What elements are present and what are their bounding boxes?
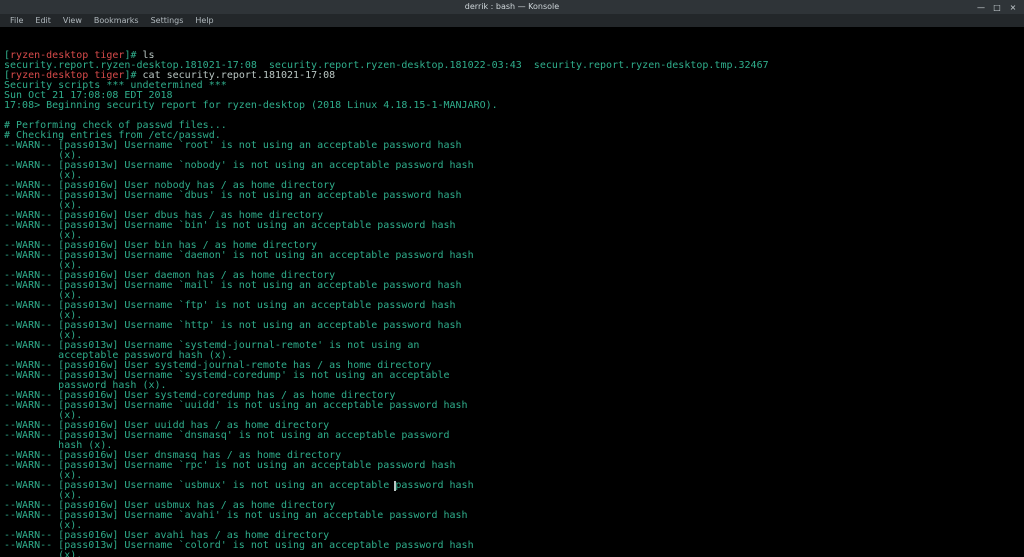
terminal-line: --WARN-- [pass013w] Username `http' is n… (4, 321, 1020, 331)
minimize-button[interactable]: — (976, 2, 986, 12)
maximize-button[interactable]: □ (992, 2, 1002, 12)
menu-edit[interactable]: Edit (29, 16, 57, 25)
terminal-line: --WARN-- [pass013w] Username `dbus' is n… (4, 191, 1020, 201)
menu-view[interactable]: View (57, 16, 88, 25)
terminal-line: (x). (4, 551, 1020, 557)
window-title: derrik : bash — Konsole (465, 2, 559, 11)
terminal-line: --WARN-- [pass013w] Username `usbmux' is… (4, 481, 1020, 491)
text-cursor (394, 481, 396, 491)
terminal-line: --WARN-- [pass013w] Username `root' is n… (4, 141, 1020, 151)
menu-file[interactable]: File (4, 16, 29, 25)
menu-bookmarks[interactable]: Bookmarks (88, 16, 145, 25)
window-controls: — □ × (976, 0, 1022, 14)
menu-bar: File Edit View Bookmarks Settings Help (0, 14, 1024, 28)
terminal-line: --WARN-- [pass013w] Username `bin' is no… (4, 221, 1020, 231)
terminal-output[interactable]: [ryzen-desktop tiger]# lssecurity.report… (0, 27, 1024, 557)
terminal-line: --WARN-- [pass013w] Username `dnsmasq' i… (4, 431, 1020, 441)
terminal-line: --WARN-- [pass013w] Username `rpc' is no… (4, 461, 1020, 471)
terminal-line: 17:08> Beginning security report for ryz… (4, 101, 1020, 111)
terminal-line: --WARN-- [pass013w] Username `mail' is n… (4, 281, 1020, 291)
menu-help[interactable]: Help (189, 16, 219, 25)
terminal-line: --WARN-- [pass013w] Username `avahi' is … (4, 511, 1020, 521)
terminal-line: --WARN-- [pass013w] Username `nobody' is… (4, 161, 1020, 171)
title-bar: derrik : bash — Konsole — □ × (0, 0, 1024, 14)
terminal-line: --WARN-- [pass013w] Username `uuidd' is … (4, 401, 1020, 411)
menu-settings[interactable]: Settings (145, 16, 190, 25)
terminal-line: --WARN-- [pass013w] Username `ftp' is no… (4, 301, 1020, 311)
terminal-line: --WARN-- [pass013w] Username `daemon' is… (4, 251, 1020, 261)
terminal-line: --WARN-- [pass013w] Username `colord' is… (4, 541, 1020, 551)
close-button[interactable]: × (1008, 2, 1018, 12)
